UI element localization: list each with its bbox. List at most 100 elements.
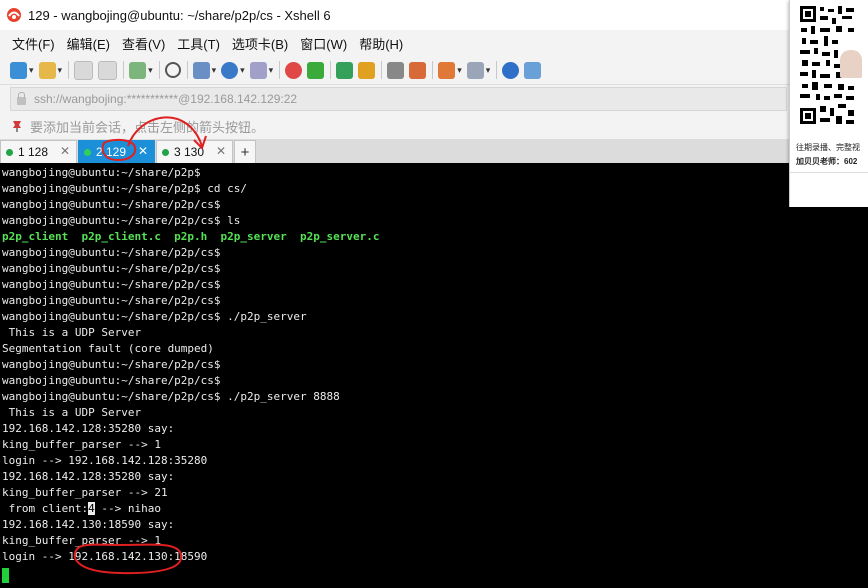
from-client-message: --> nihao	[94, 502, 161, 515]
xmanager-icon[interactable]	[285, 61, 303, 79]
menu-edit[interactable]: 编辑(E)	[67, 34, 110, 53]
print-dropdown-icon[interactable]: ▾	[212, 65, 217, 76]
menu-window[interactable]: 窗口(W)	[300, 34, 347, 53]
script-icon[interactable]	[438, 61, 456, 79]
terminal-line: 192.168.142.128:35280 say:	[2, 470, 175, 483]
session-hint-bar: 要添加当前会话，点击左侧的箭头按钮。	[0, 113, 868, 139]
keyboard-icon[interactable]	[387, 61, 405, 79]
font-dropdown-icon[interactable]: ▾	[269, 65, 274, 76]
toolbar-divider	[186, 61, 188, 79]
window-title: 129 - wangbojing@ubuntu: ~/share/p2p/cs …	[28, 7, 331, 23]
terminal-line: king_buffer_parser --> 1	[2, 438, 161, 451]
search-icon[interactable]	[164, 62, 181, 78]
terminal-line: wangbojing@ubuntu:~/share/p2p/cs$ ./p2p_…	[2, 390, 340, 403]
terminal-line: wangbojing@ubuntu:~/share/p2p$ cd cs/	[2, 182, 248, 195]
menu-bar: 文件(F) 编辑(E) 查看(V) 工具(T) 选项卡(B) 窗口(W) 帮助(…	[0, 30, 868, 56]
globe-icon[interactable]	[221, 61, 239, 79]
open-folder-icon[interactable]	[38, 61, 56, 79]
terminal-line: wangbojing@ubuntu:~/share/p2p/cs$	[2, 358, 221, 371]
terminal-cursor	[2, 568, 9, 583]
menu-tools[interactable]: 工具(T)	[177, 34, 220, 53]
chat-icon[interactable]	[524, 61, 542, 79]
print-icon[interactable]	[192, 61, 210, 79]
tab-128[interactable]: 1 128 ✕	[0, 140, 77, 163]
terminal-line-from-client: from client:4 --> nihao	[2, 501, 161, 517]
title-bar: 129 - wangbojing@ubuntu: ~/share/p2p/cs …	[0, 0, 868, 30]
new-session-dropdown-icon[interactable]: ▾	[29, 65, 34, 76]
script-dropdown-icon[interactable]: ▾	[457, 65, 462, 76]
lock-icon	[17, 92, 26, 105]
terminal-line: Segmentation fault (core dumped)	[2, 342, 214, 355]
help-icon[interactable]	[502, 61, 520, 79]
terminal-line: login --> 192.168.142.128:35280	[2, 454, 208, 467]
disconnect-icon[interactable]	[98, 60, 118, 80]
toolbar-divider	[123, 61, 125, 79]
add-tab-button[interactable]: +	[234, 140, 256, 163]
new-session-icon[interactable]	[10, 61, 27, 79]
close-tab-icon[interactable]: ✕	[60, 144, 70, 158]
layout-icon[interactable]	[466, 61, 484, 79]
toolbar: ▾ ▾ ▾ ▾ ▾ ▾ ▾ ▾	[0, 56, 868, 84]
reconnect-icon[interactable]	[74, 60, 94, 80]
toolbar-divider	[496, 61, 498, 79]
terminal-line: wangbojing@ubuntu:~/share/p2p/cs$	[2, 246, 221, 259]
terminal-line: This is a UDP Server	[2, 326, 142, 339]
menu-view[interactable]: 查看(V)	[122, 34, 165, 53]
toolbar-divider	[432, 61, 434, 79]
toolbar-divider	[381, 61, 383, 79]
terminal-line: wangbojing@ubuntu:~/share/p2p/cs$	[2, 198, 221, 211]
terminal-line: login --> 192.168.142.130:18590	[2, 550, 208, 563]
connected-status-icon	[6, 148, 13, 156]
open-dropdown-icon[interactable]: ▾	[58, 65, 63, 76]
terminal-line: king_buffer_parser --> 1	[2, 534, 161, 547]
terminal-line: wangbojing@ubuntu:~/share/p2p/cs$	[2, 374, 221, 387]
connected-status-icon	[84, 148, 91, 156]
qr-code-panel: 往期录播、完整视 加贝贝老师：602	[789, 0, 868, 207]
tab-label: 1 128	[18, 145, 49, 159]
menu-file[interactable]: 文件(F)	[12, 34, 55, 53]
layout-dropdown-icon[interactable]: ▾	[486, 65, 491, 76]
qr-panel-divider	[790, 172, 868, 173]
terminal-line: wangbojing@ubuntu:~/share/p2p/cs$	[2, 262, 221, 275]
terminal-line-ls-output: p2p_client p2p_client.c p2p.h p2p_server…	[2, 230, 380, 243]
tab-130[interactable]: 3 130 ✕	[156, 140, 233, 163]
highlight-icon[interactable]	[409, 61, 427, 79]
menu-help[interactable]: 帮助(H)	[359, 34, 403, 53]
properties-icon[interactable]	[129, 61, 147, 79]
toolbar-divider	[158, 61, 160, 79]
terminal-line: This is a UDP Server	[2, 406, 142, 419]
from-client-prefix: from client:	[2, 502, 89, 515]
xftp-icon[interactable]	[307, 61, 325, 79]
terminal-line: 192.168.142.128:35280 say:	[2, 422, 175, 435]
qr-caption-line-2: 加贝贝老师：602	[796, 157, 858, 166]
toolbar-divider	[330, 61, 332, 79]
font-icon[interactable]	[249, 61, 267, 79]
tab-129[interactable]: 2 129 ✕	[78, 140, 155, 163]
close-tab-icon[interactable]: ✕	[216, 144, 226, 158]
teacher-avatar	[840, 50, 862, 78]
tab-label: 3 130	[174, 145, 205, 159]
address-bar: ssh://wangbojing:***********@192.168.142…	[0, 84, 868, 113]
terminal-line: wangbojing@ubuntu:~/share/p2p/cs$	[2, 278, 221, 291]
toolbar-divider	[68, 61, 70, 79]
session-address-field[interactable]: ssh://wangbojing:***********@192.168.142…	[10, 87, 787, 111]
tab-label: 2 129	[96, 145, 127, 159]
session-address-text: ssh://wangbojing:***********@192.168.142…	[34, 92, 298, 106]
toolbar-divider	[279, 61, 281, 79]
terminal-line: king_buffer_parser --> 21	[2, 486, 168, 499]
close-tab-icon[interactable]: ✕	[138, 144, 148, 158]
properties-dropdown-icon[interactable]: ▾	[148, 65, 153, 76]
terminal-line: wangbojing@ubuntu:~/share/p2p/cs$ ls	[2, 214, 241, 227]
qr-caption-line-1: 往期录播、完整视	[796, 143, 860, 152]
terminal-line: wangbojing@ubuntu:~/share/p2p$	[2, 166, 201, 179]
highlighted-client-id: 4	[88, 502, 95, 515]
menu-tabs[interactable]: 选项卡(B)	[232, 34, 288, 53]
globe-dropdown-icon[interactable]: ▾	[240, 65, 245, 76]
lock-icon[interactable]	[358, 61, 376, 79]
fullscreen-icon[interactable]	[336, 61, 354, 79]
session-hint-text: 要添加当前会话，点击左侧的箭头按钮。	[30, 119, 265, 135]
terminal-line: wangbojing@ubuntu:~/share/p2p/cs$ ./p2p_…	[2, 310, 307, 323]
pin-icon[interactable]	[10, 119, 24, 133]
session-tab-bar: 1 128 ✕ 2 129 ✕ 3 130 ✕ +	[0, 139, 868, 163]
terminal-output[interactable]: wangbojing@ubuntu:~/share/p2p$ wangbojin…	[0, 163, 868, 588]
